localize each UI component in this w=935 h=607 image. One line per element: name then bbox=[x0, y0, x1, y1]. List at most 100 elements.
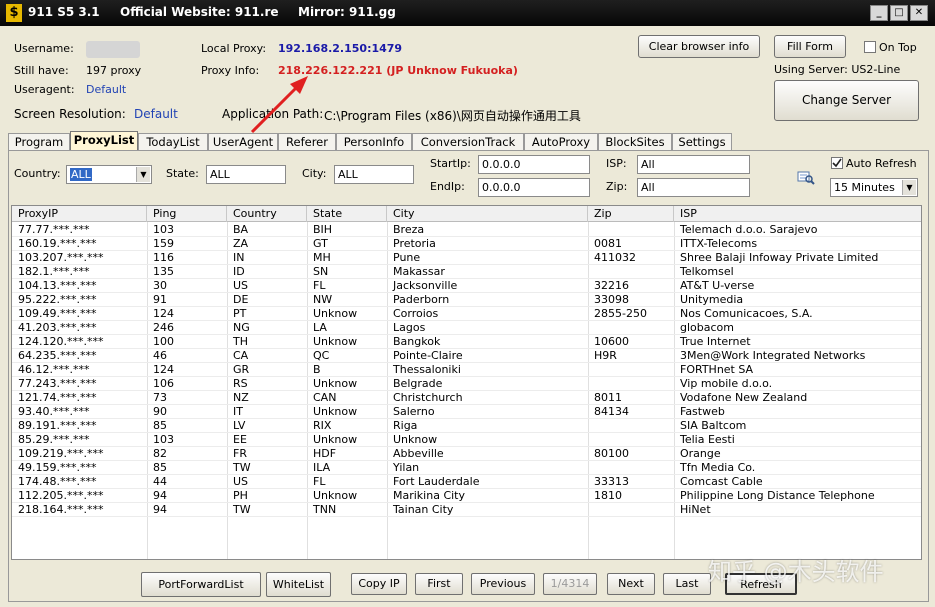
maximize-icon[interactable]: □ bbox=[890, 5, 908, 21]
cell-proxyip: 77.77.***.*** bbox=[18, 223, 90, 236]
cell-country: IT bbox=[233, 405, 243, 418]
port-forward-list-button[interactable]: PortForwardList bbox=[141, 572, 261, 597]
cell-proxyip: 103.207.***.*** bbox=[18, 251, 104, 264]
whitelist-button[interactable]: WhiteList bbox=[266, 572, 331, 597]
cell-ping: 73 bbox=[153, 391, 167, 404]
cell-isp: AT&T U-verse bbox=[680, 279, 755, 292]
cell-ping: 94 bbox=[153, 489, 167, 502]
column-header-isp[interactable]: ISP bbox=[674, 206, 921, 222]
change-server-button[interactable]: Change Server bbox=[774, 80, 919, 121]
cell-city: Paderborn bbox=[393, 293, 450, 306]
cell-proxyip: 85.29.***.*** bbox=[18, 433, 90, 446]
table-row[interactable]: 41.203.***.*** 246 NG LA Lagos globacom bbox=[12, 321, 921, 335]
tab-conversiontrack[interactable]: ConversionTrack bbox=[412, 133, 524, 151]
table-row[interactable]: 112.205.***.*** 94 PH Unknow Marikina City 18… bbox=[12, 489, 921, 503]
table-row[interactable]: 93.40.***.*** 90 IT Unknow Salerno 84134 Fastw… bbox=[12, 405, 921, 419]
state-input[interactable]: ALL bbox=[206, 165, 286, 184]
cell-zip bbox=[588, 433, 674, 447]
clear-browser-info-button[interactable]: Clear browser info bbox=[638, 35, 760, 58]
table-row[interactable]: 160.19.***.*** 159 ZA GT Pretoria 0081 ITTX-Te… bbox=[12, 237, 921, 251]
column-header-ping[interactable]: Ping bbox=[147, 206, 227, 222]
table-row[interactable]: 64.235.***.*** 46 CA QC Pointe-Claire H9R 3Men… bbox=[12, 349, 921, 363]
cell-state: RIX bbox=[313, 419, 332, 432]
cell-state: FL bbox=[313, 279, 326, 292]
close-icon[interactable]: ✕ bbox=[910, 5, 928, 21]
cell-isp: Telia Eesti bbox=[680, 433, 735, 446]
table-row[interactable]: 124.120.***.*** 100 TH Unknow Bangkok 10600 Tr… bbox=[12, 335, 921, 349]
column-header-city[interactable]: City bbox=[387, 206, 588, 222]
minimize-icon[interactable]: _ bbox=[870, 5, 888, 21]
cell-zip: 1810 bbox=[594, 489, 622, 502]
cell-proxyip: 46.12.***.*** bbox=[18, 363, 90, 376]
column-header-zip[interactable]: Zip bbox=[588, 206, 674, 222]
cell-proxyip: 218.164.***.*** bbox=[18, 503, 104, 516]
cell-city: Marikina City bbox=[393, 489, 466, 502]
city-input[interactable]: ALL bbox=[334, 165, 414, 184]
next-page-button[interactable]: Next bbox=[607, 573, 655, 595]
cell-isp: True Internet bbox=[680, 335, 751, 348]
endip-input[interactable]: 0.0.0.0 bbox=[478, 178, 590, 197]
chevron-down-icon[interactable]: ▼ bbox=[902, 180, 916, 195]
chevron-down-icon[interactable]: ▼ bbox=[136, 167, 150, 182]
startip-input[interactable]: 0.0.0.0 bbox=[478, 155, 590, 174]
table-row[interactable]: 109.219.***.*** 82 FR HDF Abbeville 80100 Oran… bbox=[12, 447, 921, 461]
isp-input[interactable]: All bbox=[637, 155, 750, 174]
table-row[interactable]: 46.12.***.*** 124 GR B Thessaloniki FORTHnet … bbox=[12, 363, 921, 377]
previous-page-button[interactable]: Previous bbox=[471, 573, 535, 595]
table-row[interactable]: 182.1.***.*** 135 ID SN Makassar Telkomsel bbox=[12, 265, 921, 279]
cell-ping: 103 bbox=[153, 223, 174, 236]
tab-blocksites[interactable]: BlockSites bbox=[598, 133, 672, 151]
table-row[interactable]: 95.222.***.*** 91 DE NW Paderborn 33098 Unitym… bbox=[12, 293, 921, 307]
cell-country: IN bbox=[233, 251, 245, 264]
tab-program[interactable]: Program bbox=[8, 133, 70, 151]
cell-zip: 2855-250 bbox=[594, 307, 647, 320]
local-proxy-label: Local Proxy: bbox=[201, 42, 267, 55]
still-have-value: 197 proxy bbox=[86, 64, 142, 77]
table-row[interactable]: 103.207.***.*** 116 IN MH Pune 411032 Shree Ba… bbox=[12, 251, 921, 265]
table-row[interactable]: 109.49.***.*** 124 PT Unknow Corroios 2855-25… bbox=[12, 307, 921, 321]
on-top-checkbox[interactable] bbox=[864, 41, 876, 53]
table-row[interactable]: 77.77.***.*** 103 BA BIH Breza Telemach d.o.o… bbox=[12, 223, 921, 237]
tab-personinfo[interactable]: PersonInfo bbox=[336, 133, 412, 151]
auto-refresh-label: Auto Refresh bbox=[846, 157, 917, 170]
proxy-table: ProxyIP Ping Country State City Zip ISP … bbox=[11, 205, 922, 560]
screen-resolution-value[interactable]: Default bbox=[134, 107, 178, 121]
last-page-button[interactable]: Last bbox=[663, 573, 711, 595]
zip-input[interactable]: All bbox=[637, 178, 750, 197]
startip-label: StartIp: bbox=[430, 157, 471, 170]
tab-settings[interactable]: Settings bbox=[672, 133, 732, 151]
country-select[interactable]: ALL ▼ bbox=[66, 165, 152, 184]
column-header-proxyip[interactable]: ProxyIP bbox=[12, 206, 147, 222]
cell-zip bbox=[588, 377, 674, 391]
cell-country: US bbox=[233, 475, 249, 488]
refresh-interval-select[interactable]: 15 Minutes ▼ bbox=[830, 178, 918, 197]
table-row[interactable]: 85.29.***.*** 103 EE Unknow Unknow Telia Eest… bbox=[12, 433, 921, 447]
table-row[interactable]: 77.243.***.*** 106 RS Unknow Belgrade Vip mob… bbox=[12, 377, 921, 391]
first-page-button[interactable]: First bbox=[415, 573, 463, 595]
tab-autoproxy[interactable]: AutoProxy bbox=[524, 133, 598, 151]
auto-refresh-checkbox[interactable] bbox=[831, 157, 843, 169]
tab-useragent[interactable]: UserAgent bbox=[208, 133, 278, 151]
table-row[interactable]: 49.159.***.*** 85 TW ILA Yilan Tfn Media Co. bbox=[12, 461, 921, 475]
cell-proxyip: 174.48.***.*** bbox=[18, 475, 97, 488]
table-row[interactable]: 104.13.***.*** 30 US FL Jacksonville 32216 AT&… bbox=[12, 279, 921, 293]
table-row[interactable]: 121.74.***.*** 73 NZ CAN Christchurch 8011 Vod… bbox=[12, 391, 921, 405]
cell-city: Fort Lauderdale bbox=[393, 475, 480, 488]
table-row[interactable]: 89.191.***.*** 85 LV RIX Riga SIA Baltcom bbox=[12, 419, 921, 433]
tab-todaylist[interactable]: TodayList bbox=[138, 133, 208, 151]
cell-country: PT bbox=[233, 307, 247, 320]
table-row[interactable]: 218.164.***.*** 94 TW TNN Tainan City HiNet bbox=[12, 503, 921, 517]
tab-referer[interactable]: Referer bbox=[278, 133, 336, 151]
tab-proxylist[interactable]: ProxyList bbox=[70, 131, 138, 152]
cell-city: Belgrade bbox=[393, 377, 443, 390]
cell-country: NZ bbox=[233, 391, 249, 404]
copy-ip-button[interactable]: Copy IP bbox=[351, 573, 407, 595]
search-icon[interactable] bbox=[797, 169, 815, 185]
cell-proxyip: 49.159.***.*** bbox=[18, 461, 97, 474]
column-header-country[interactable]: Country bbox=[227, 206, 307, 222]
refresh-interval-value: 15 Minutes bbox=[834, 181, 895, 194]
column-header-state[interactable]: State bbox=[307, 206, 387, 222]
cell-state: Unknow bbox=[313, 307, 358, 320]
table-row[interactable]: 174.48.***.*** 44 US FL Fort Lauderdale 33313… bbox=[12, 475, 921, 489]
fill-form-button[interactable]: Fill Form bbox=[774, 35, 846, 58]
